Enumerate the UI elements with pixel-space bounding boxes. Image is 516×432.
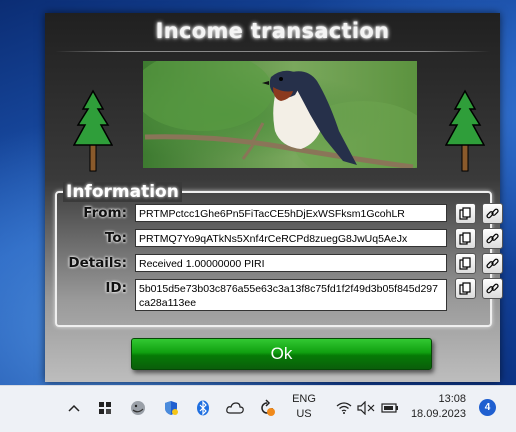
battery-icon: [381, 403, 398, 413]
tray-security[interactable]: [161, 398, 181, 418]
tray-wifi[interactable]: [334, 398, 354, 418]
language-region: US: [296, 408, 312, 420]
pine-tree-icon: [445, 89, 485, 172]
link-details-button[interactable]: [482, 253, 503, 274]
notification-badge[interactable]: 4: [479, 399, 496, 416]
information-caption: Information: [63, 182, 182, 202]
tray-bird-app[interactable]: [128, 398, 148, 418]
copy-id-button[interactable]: [455, 278, 476, 299]
link-to-button[interactable]: [482, 228, 503, 249]
id-label: ID:: [105, 280, 127, 296]
to-label: To:: [104, 230, 127, 246]
language-code: ENG: [292, 393, 316, 405]
bird-icon: [131, 401, 145, 415]
title-divider: [55, 51, 490, 52]
copy-to-button[interactable]: [455, 228, 476, 249]
ok-button[interactable]: Ok: [131, 338, 432, 370]
bird-illustration: [143, 61, 417, 168]
information-group: Information From: PRTMPctcc1Ghe6Pn5FiTac…: [55, 182, 503, 327]
time: 13:08: [438, 393, 466, 405]
show-hidden-icons-button[interactable]: [64, 398, 84, 418]
clock[interactable]: 13:08 18.09.2023: [410, 392, 466, 422]
taskbar: ENG US 13:08 18.09.2023 4: [0, 385, 516, 432]
wifi-icon: [336, 402, 352, 414]
bluetooth-icon: [197, 400, 209, 416]
copy-icon: [459, 282, 471, 295]
copy-from-button[interactable]: [455, 203, 476, 224]
tray-volume[interactable]: [356, 398, 376, 418]
dialog-title: Income transaction: [155, 19, 390, 43]
copy-icon: [459, 207, 471, 220]
details-label: Details:: [68, 255, 127, 271]
tray-battery[interactable]: [380, 398, 400, 418]
update-icon: [261, 399, 275, 416]
cloud-icon: [226, 402, 244, 414]
pine-tree-icon: [73, 89, 113, 172]
link-icon: [486, 208, 499, 219]
language-indicator[interactable]: ENG US: [286, 392, 322, 422]
link-icon: [486, 233, 499, 244]
from-field[interactable]: PRTMPctcc1Ghe6Pn5FiTacCE5hDjExWSFksm1Gco…: [135, 204, 447, 222]
volume-muted-icon: [357, 401, 375, 415]
copy-icon: [459, 232, 471, 245]
tray-app-icon[interactable]: [95, 398, 115, 418]
to-field[interactable]: PRTMQ7Yo9qATkNs5Xnf4rCeRCPd8zuegG8JwUq5A…: [135, 229, 447, 247]
tray-update[interactable]: [257, 398, 277, 418]
date: 18.09.2023: [410, 408, 466, 420]
details-field[interactable]: Received 1.00000000 PIRI: [135, 254, 447, 272]
copy-details-button[interactable]: [455, 253, 476, 274]
app-icon: [99, 402, 111, 414]
security-shield-icon: [165, 401, 178, 415]
link-from-button[interactable]: [482, 203, 503, 224]
from-label: From:: [83, 205, 127, 221]
copy-icon: [459, 257, 471, 270]
tray-bluetooth[interactable]: [193, 398, 213, 418]
link-id-button[interactable]: [482, 278, 503, 299]
link-icon: [486, 283, 499, 294]
bird-photo: [143, 61, 417, 168]
income-transaction-dialog: Income transaction Information From: PRT…: [45, 13, 503, 382]
chevron-up-icon: [68, 404, 80, 412]
link-icon: [486, 258, 499, 269]
tray-cloud[interactable]: [225, 398, 245, 418]
id-field[interactable]: 5b015d5e73b03c876a55e63c3a13f8c75fd1f2f4…: [135, 279, 447, 311]
